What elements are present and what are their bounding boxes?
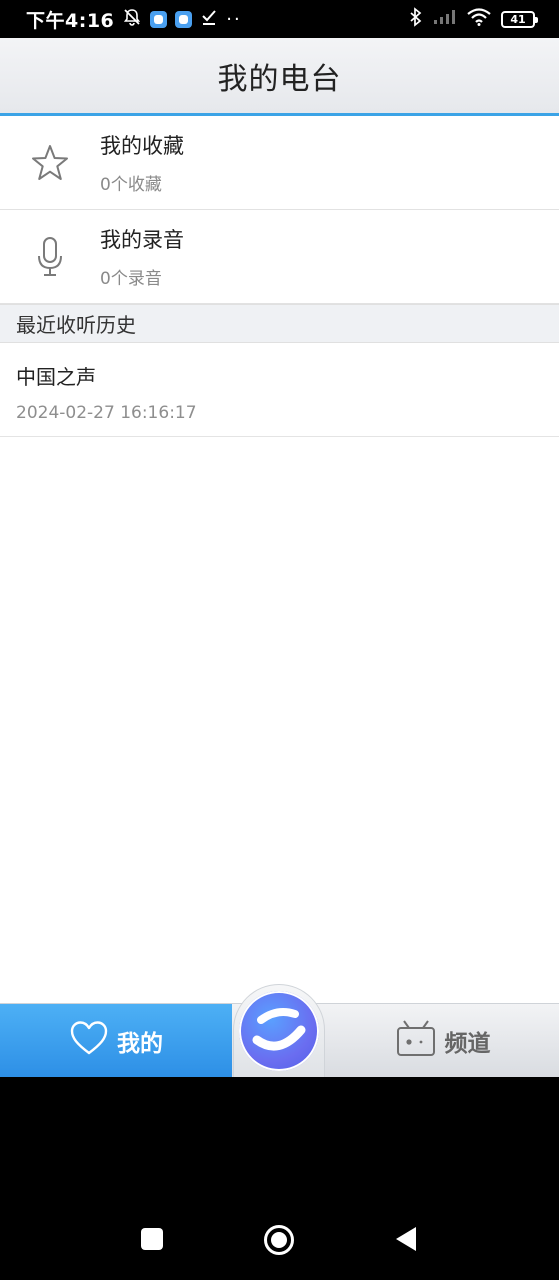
history-section-header: 最近收听历史 [0,304,559,343]
favorites-title: 我的收藏 [100,134,184,158]
status-bar: 下午4:16 ·· 41 [0,0,559,38]
recents-button[interactable] [140,1227,164,1255]
page-title: 我的电台 [217,61,342,97]
app-notification-icon-2 [175,10,193,28]
signal-icon [433,9,457,29]
tab-channel[interactable]: 频道 [326,1004,559,1077]
page-header: 我的电台 [0,38,559,116]
favorites-row[interactable]: 我的收藏 0个收藏 [0,116,559,210]
radio-icon [395,1018,437,1064]
system-navigation-bar [0,1077,559,1280]
mute-notification-icon [122,7,142,32]
microphone-icon [0,236,100,278]
app-screen: 我的电台 我的收藏 0个收藏 我的录音 0个录音 最近收听历史 中国之声 202… [0,38,559,1077]
history-item-time: 2024-02-27 16:16:17 [16,403,197,423]
recordings-title: 我的录音 [100,228,184,252]
history-item-title: 中国之声 [16,365,96,389]
heart-icon [69,1020,109,1062]
favorites-count: 0个收藏 [100,175,162,195]
back-button[interactable] [394,1225,418,1257]
history-item[interactable]: 中国之声 2024-02-27 16:16:17 [0,343,559,437]
tab-mine-label: 我的 [117,1031,163,1057]
bluetooth-icon [409,7,423,31]
recordings-count: 0个录音 [100,269,162,289]
tab-mine[interactable]: 我的 [0,1004,232,1077]
battery-icon: 41 [501,10,538,28]
tab-channel-label: 频道 [444,1031,491,1057]
app-logo-icon[interactable] [239,991,319,1071]
bottom-tab-bar: 我的 频道 [0,984,559,1077]
status-time: 下午4:16 [26,9,115,32]
download-done-icon [200,8,218,31]
star-icon [0,143,100,183]
center-button-frame [233,984,325,1077]
more-notifications-icon: ·· [226,8,242,30]
home-button[interactable] [263,1224,295,1260]
wifi-icon [467,8,491,30]
app-notification-icon [150,10,168,28]
recordings-row[interactable]: 我的录音 0个录音 [0,210,559,304]
